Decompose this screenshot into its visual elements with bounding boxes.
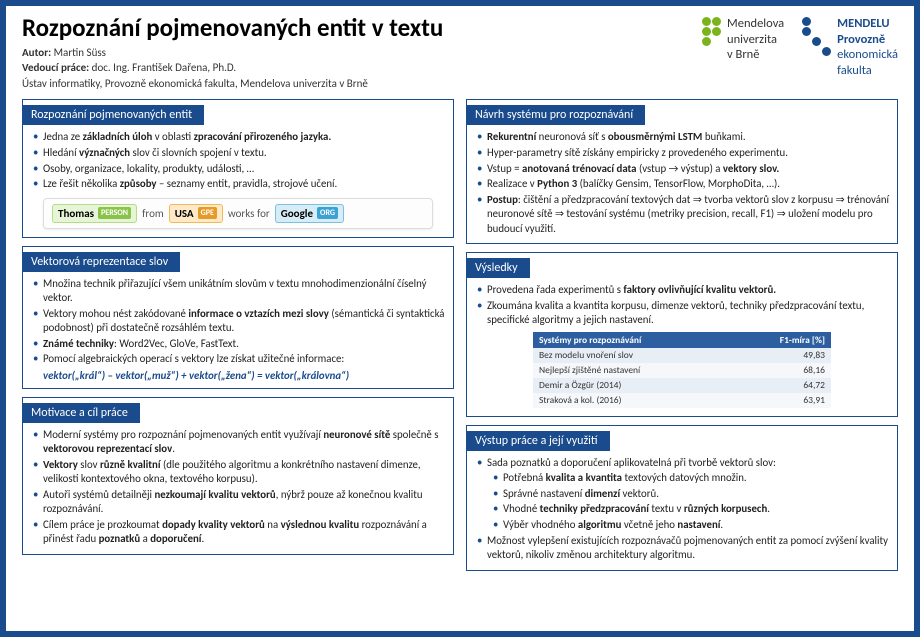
table-header: Systémy pro rozpoznávání (533, 332, 732, 348)
table-row: Bez modelu vnoření slov49,83 (533, 348, 831, 363)
list-item: Vektory mohou nést zakódované informace … (43, 307, 447, 336)
results-list: Provedena řada experimentů s faktory ovl… (473, 283, 891, 327)
section-design: Návrh systému pro rozpoznávání Rekurentn… (466, 99, 898, 244)
list-item: Potřebná kvalita a kvantita textových da… (503, 471, 891, 485)
section-vectors: Vektorová reprezentace slov Množina tech… (22, 246, 454, 389)
list-item: Správné nastavení dimenzí vektorů. (503, 487, 891, 501)
list-item: Vhodné techniky předzpracování textu v r… (503, 502, 891, 516)
author-label: Autor: (22, 46, 51, 59)
list-item: Výběr vhodného algoritmu včetně jeho nas… (503, 518, 891, 532)
output-sublist: Potřebná kvalita a kvantita textových da… (487, 471, 891, 533)
section-title-results: Výsledky (467, 258, 530, 278)
list-item: Vektory slov různě kvalitní (dle použité… (43, 458, 447, 487)
section-results: Výsledky Provedena řada experimentů s fa… (466, 252, 898, 416)
poster: Rozpoznání pojmenovaných entit v textu A… (0, 0, 920, 637)
author-name: Martin Süss (54, 46, 106, 59)
logo-mendelu-uni: Mendelova univerzita v Brně (702, 16, 784, 63)
list-item: Pomocí algebraických operací s vektory l… (43, 352, 447, 366)
logo-text-uni: Mendelova univerzita v Brně (727, 16, 784, 63)
section-output: Výstup práce a její využití Sada poznatk… (466, 425, 898, 571)
section-title-ner: Rozpoznání pojmenovaných entit (23, 105, 204, 125)
section-title-output: Výstup práce a její využití (467, 431, 610, 451)
author-line: Autor: Martin Süss (22, 45, 702, 60)
list-item: Hyper-parametry sítě získány empiricky z… (487, 146, 891, 160)
output-list: Sada poznatků a doporučení aplikovatelná… (473, 456, 891, 563)
entity-person: Thomas PERSON (52, 204, 137, 223)
left-column: Rozpoznání pojmenovaných entit Jedna ze … (22, 99, 454, 621)
table-row: Nejlepší zjištěné nastavení68,16 (533, 363, 831, 378)
header: Rozpoznání pojmenovaných entit v textu A… (22, 12, 898, 91)
list-item: Známé techniky: Word2Vec, GloVe, FastTex… (43, 337, 447, 351)
list-item: Hledání význačných slov či slovních spoj… (43, 146, 447, 160)
ner-list: Jedna ze základních úloh v oblasti zprac… (29, 130, 447, 192)
plain-word: works for (228, 207, 270, 220)
list-item: Lze řešit několika způsoby – seznamy ent… (43, 177, 447, 191)
right-column: Návrh systému pro rozpoznávání Rekurentn… (466, 99, 898, 621)
affiliation: Ústav informatiky, Provozně ekonomická f… (22, 76, 702, 91)
list-item: Jedna ze základních úloh v oblasti zprac… (43, 130, 447, 144)
list-item: Množina technik přiřazující všem unikátn… (43, 277, 447, 306)
entity-gpe: USA GPE (169, 204, 223, 223)
supervisor-line: Vedoucí práce: doc. Ing. František Dařen… (22, 60, 702, 75)
columns: Rozpoznání pojmenovaných entit Jedna ze … (22, 99, 898, 621)
entity-org: Google ORG (275, 204, 344, 223)
list-item: Realizace v Python 3 (balíčky Gensim, Te… (487, 177, 891, 191)
list-item: Postup: čištění a předzpracování textový… (487, 193, 891, 236)
plain-word: from (142, 207, 164, 220)
list-item: Zkoumána kvalita a kvantita korpusu, dim… (487, 299, 891, 328)
section-title-mot: Motivace a cíl práce (23, 403, 140, 423)
results-table: Systémy pro rozpoznávání F1-míra [%] Bez… (533, 332, 831, 408)
vector-formula: vektor(„král“) – vektor(„muž“) + vektor(… (29, 369, 447, 382)
table-header-row: Systémy pro rozpoznávání F1-míra [%] (533, 332, 831, 348)
list-item: Vstup = anotovaná trénovací data (vstup … (487, 162, 891, 176)
logo-dots-blue (802, 16, 831, 56)
supervisor-name: doc. Ing. František Dařena, Ph.D. (92, 61, 237, 74)
list-item: Autoři systémů detailněji nezkoumají kva… (43, 488, 447, 517)
table-header: F1-míra [%] (732, 332, 831, 348)
logo-dots-green (702, 16, 721, 46)
list-item: Provedena řada experimentů s faktory ovl… (487, 283, 891, 297)
logo-mendelu-fac: MENDELU Provozně ekonomická fakulta (802, 16, 898, 79)
list-item: Rekurentní neuronová síť s obousměrnými … (487, 130, 891, 144)
page-title: Rozpoznání pojmenovaných entit v textu (22, 12, 702, 43)
logos: Mendelova univerzita v Brně MENDELU Prov… (702, 12, 898, 79)
list-item: Osoby, organizace, lokality, produkty, u… (43, 162, 447, 176)
section-ner: Rozpoznání pojmenovaných entit Jedna ze … (22, 99, 454, 238)
list-item: Sada poznatků a doporučení aplikovatelná… (487, 456, 891, 533)
mot-list: Moderní systémy pro rozpoznání pojmenova… (29, 428, 447, 547)
section-title-vec: Vektorová reprezentace slov (23, 252, 180, 272)
section-title-design: Návrh systému pro rozpoznávání (467, 105, 645, 125)
list-item: Možnost vylepšení existujících rozpoznáv… (487, 534, 891, 563)
supervisor-label: Vedoucí práce: (22, 61, 89, 74)
table-row: Demir a Özgür (2014)64,72 (533, 378, 831, 393)
header-text: Rozpoznání pojmenovaných entit v textu A… (22, 12, 702, 91)
vec-list: Množina technik přiřazující všem unikátn… (29, 277, 447, 367)
table-row: Straková a kol. (2016)63,91 (533, 393, 831, 408)
section-motivation: Motivace a cíl práce Moderní systémy pro… (22, 397, 454, 555)
design-list: Rekurentní neuronová síť s obousměrnými … (473, 130, 891, 236)
list-item: Cílem práce je prozkoumat dopady kvality… (43, 518, 447, 547)
ner-example: Thomas PERSON from USA GPE works for Goo… (43, 198, 433, 229)
list-item: Moderní systémy pro rozpoznání pojmenova… (43, 428, 447, 457)
logo-text-fac: MENDELU Provozně ekonomická fakulta (837, 16, 898, 79)
